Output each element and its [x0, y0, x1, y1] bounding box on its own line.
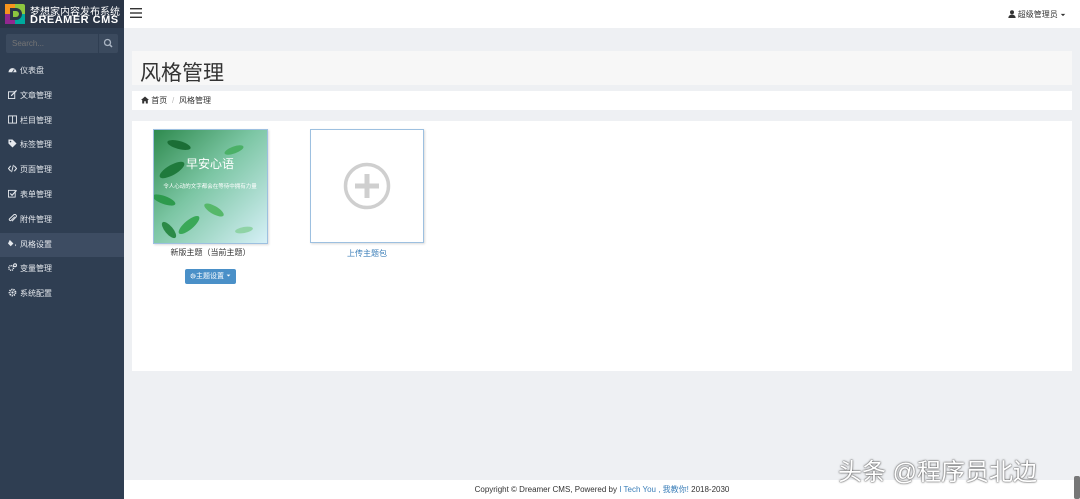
footer-copyright: Copyright © Dreamer CMS, Powered by: [474, 485, 617, 494]
sidebar-item-label: 系统配置: [20, 289, 52, 299]
sidebar-item-style-settings[interactable]: 风格设置: [0, 232, 124, 258]
sidebar-nav: 仪表盘 文章管理 栏目管理 标签管理 页面管理 表单管理 附件管理 风格设置 变…: [0, 59, 124, 307]
search-button[interactable]: [99, 34, 118, 53]
breadcrumb-current: 风格管理: [179, 96, 211, 105]
sidebar-item-system-config[interactable]: 系统配置: [0, 282, 124, 307]
sidebar-item-articles[interactable]: 文章管理: [0, 84, 124, 109]
sidebar-item-label: 表单管理: [20, 189, 52, 199]
breadcrumb-home-label: 首页: [151, 96, 168, 105]
sidebar-item-label: 文章管理: [20, 90, 52, 100]
user-menu[interactable]: 超级管理员: [1007, 9, 1066, 20]
tags-icon: [8, 139, 17, 148]
sidebar-item-label: 仪表盘: [20, 66, 44, 75]
footer-years: 2018-2030: [691, 485, 730, 494]
sidebar-search: [6, 34, 118, 53]
sidebar-item-pages[interactable]: 页面管理: [0, 158, 124, 183]
breadcrumb: 首页 / 风格管理: [132, 91, 1072, 110]
theme-thumbnail-image: 早安心语 令人心动的文字都会在等待中拥有力量: [154, 130, 267, 243]
sidebar-item-label: 变量管理: [20, 264, 52, 274]
home-icon: [141, 96, 149, 104]
page-header: 风格管理: [132, 51, 1072, 85]
footer-link[interactable]: I Tech You , 我教你!: [619, 485, 689, 494]
columns-icon: [8, 115, 17, 124]
sidebar-item-tags[interactable]: 标签管理: [0, 133, 124, 158]
user-name: 超级管理员: [1017, 10, 1058, 19]
brand-title-en: DREAMER CMS: [30, 14, 119, 26]
sidebar-item-label: 风格设置: [20, 239, 52, 249]
theme-name-label: 新版主题（当前主题）: [170, 248, 251, 257]
search-icon: [103, 38, 113, 48]
edit-icon: [8, 89, 17, 99]
plus-circle-icon: [343, 162, 391, 210]
hamburger-menu-icon[interactable]: [130, 8, 142, 18]
user-icon: [1007, 10, 1016, 18]
code-icon: [8, 164, 17, 173]
scrollbar-thumb[interactable]: [1074, 476, 1080, 499]
dashboard-icon: [8, 65, 17, 74]
checkbox-icon: [8, 189, 17, 198]
sidebar-item-columns[interactable]: 栏目管理: [0, 109, 124, 134]
page-title: 风格管理: [140, 62, 224, 85]
breadcrumb-home-link[interactable]: 首页: [141, 91, 167, 110]
sidebar-item-dashboard[interactable]: 仪表盘: [0, 59, 124, 84]
theme-settings-button[interactable]: 主题设置: [185, 269, 236, 284]
gears-icon: [8, 263, 17, 272]
sidebar-item-variables[interactable]: 变量管理: [0, 257, 124, 282]
dreamer-logo-icon: [5, 4, 25, 24]
theme-list-panel: 早安心语 令人心动的文字都会在等待中拥有力量 新版主题（当前主题） 主题设置 上…: [132, 121, 1072, 371]
search-input[interactable]: [6, 34, 98, 53]
paint-icon: [8, 239, 17, 248]
sidebar-item-label: 标签管理: [20, 140, 52, 150]
caret-down-icon: [226, 274, 231, 277]
sidebar: 梦想家内容发布系统 DREAMER CMS 仪表盘 文章管理 栏目管理 标签管理…: [0, 0, 124, 499]
watermark: 头条 @程序员北边: [838, 459, 1038, 486]
gear-icon: [8, 288, 17, 297]
sidebar-item-attachments[interactable]: 附件管理: [0, 208, 124, 233]
breadcrumb-separator: /: [172, 96, 175, 105]
sidebar-item-label: 附件管理: [20, 214, 52, 224]
theme-settings-label: 主题设置: [196, 273, 225, 280]
upload-theme-link[interactable]: 上传主题包: [310, 248, 424, 259]
sidebar-item-label: 页面管理: [20, 165, 52, 175]
sidebar-item-forms[interactable]: 表单管理: [0, 183, 124, 208]
thumbnail-subtitle: 令人心动的文字都会在等待中拥有力量: [163, 182, 257, 190]
paperclip-icon: [8, 213, 17, 223]
theme-thumbnail-card[interactable]: 早安心语 令人心动的文字都会在等待中拥有力量: [153, 129, 268, 244]
sidebar-item-label: 栏目管理: [20, 115, 52, 125]
brand[interactable]: 梦想家内容发布系统 DREAMER CMS: [0, 0, 124, 28]
thumbnail-title: 早安心语: [186, 156, 234, 171]
upload-theme-card[interactable]: [310, 129, 424, 243]
top-navbar: 超级管理员: [124, 0, 1080, 28]
caret-down-icon: [1060, 13, 1066, 17]
